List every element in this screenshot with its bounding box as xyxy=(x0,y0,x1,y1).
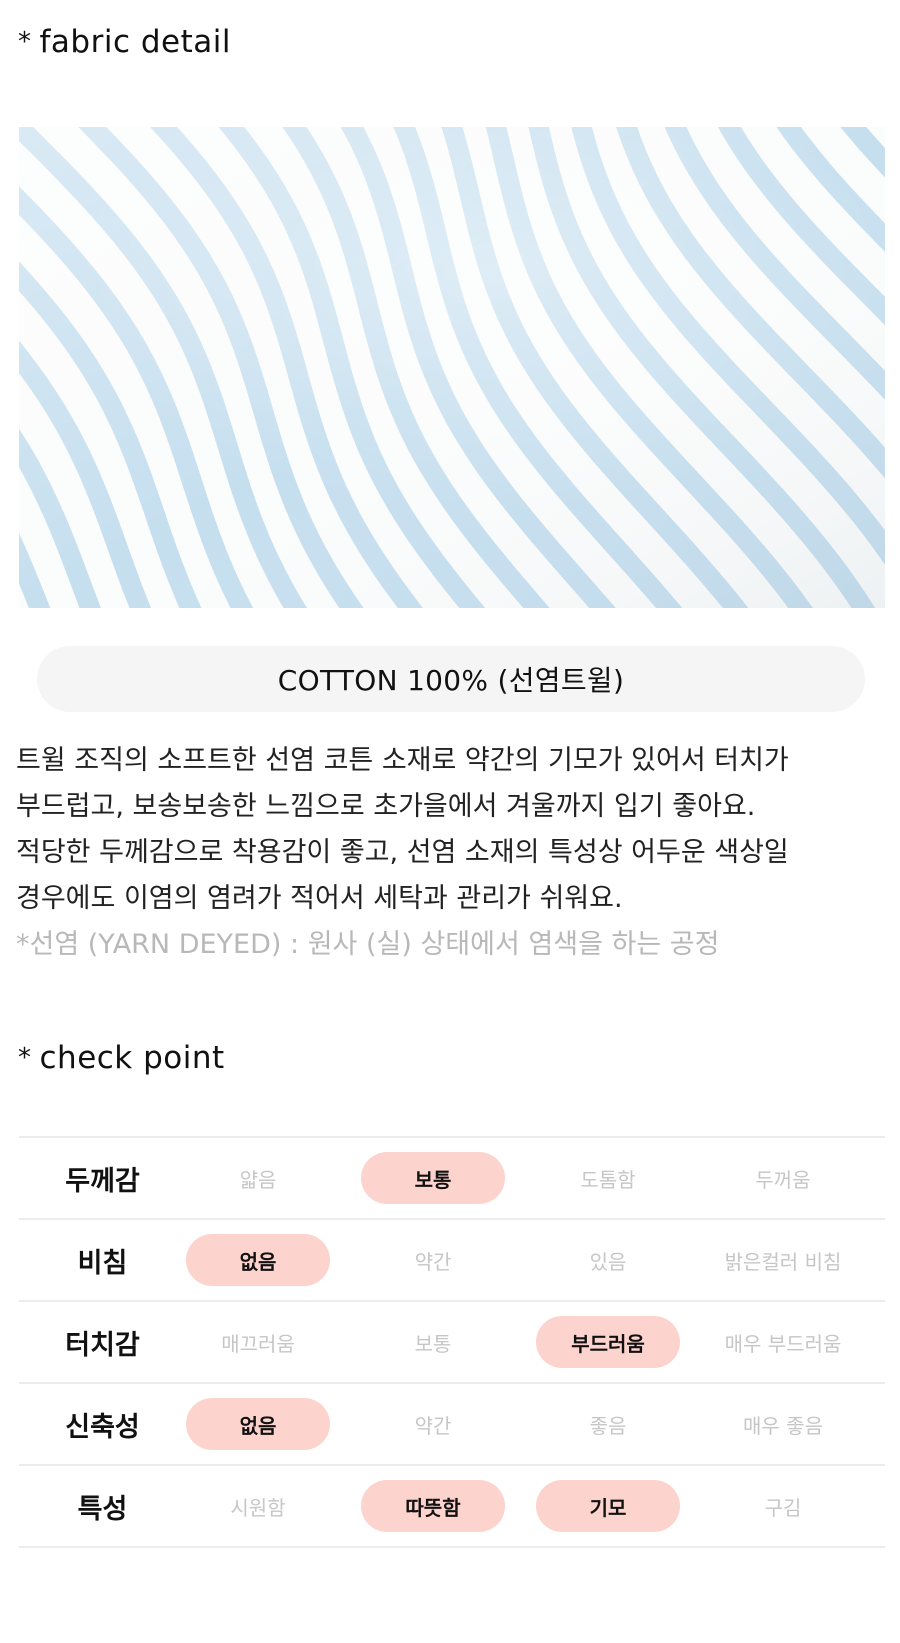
option-chip: 보통 xyxy=(414,1331,452,1356)
check-point-table: 두께감 얇음 보통 도톰함 두꺼움 비침 없음 약간 있음 밝은컬러 비침 터치… xyxy=(19,1136,885,1548)
row-label: 특성 xyxy=(77,1493,128,1525)
description-line: 경우에도 이염의 염려가 적어서 세탁과 관리가 쉬워요. xyxy=(16,883,623,914)
row-label: 신축성 xyxy=(65,1411,140,1443)
option-chip: 약간 xyxy=(414,1413,452,1438)
fabric-detail-heading: * fabric detail xyxy=(18,24,231,60)
option-chip: 보통 xyxy=(361,1152,505,1204)
option-chip: 기모 xyxy=(536,1480,680,1532)
check-row-sheerness: 비침 없음 약간 있음 밝은컬러 비침 xyxy=(19,1220,885,1302)
yarn-dyed-note: *선염 (YARN DEYED) : 원사 (실) 상태에서 염색을 하는 공정 xyxy=(16,929,720,960)
option-chip: 매우 좋음 xyxy=(743,1413,823,1438)
row-label: 터치감 xyxy=(65,1329,140,1361)
description-line: 부드럽고, 보송보송한 느낌으로 초가을에서 겨울까지 입기 좋아요. xyxy=(16,791,756,822)
check-point-heading-text: check point xyxy=(39,1040,225,1076)
row-label: 비침 xyxy=(77,1247,128,1279)
option-chip: 시원함 xyxy=(230,1495,286,1520)
fabric-detail-heading-text: fabric detail xyxy=(39,24,231,60)
option-chip: 구김 xyxy=(764,1495,802,1520)
check-row-characteristics: 특성 시원함 따뜻함 기모 구김 xyxy=(19,1466,885,1548)
option-chip: 없음 xyxy=(186,1234,330,1286)
fabric-photo xyxy=(19,127,885,608)
option-chip: 밝은컬러 비침 xyxy=(724,1249,842,1274)
option-chip: 매끄러움 xyxy=(221,1331,295,1356)
check-row-touch: 터치감 매끄러움 보통 부드러움 매우 부드러움 xyxy=(19,1302,885,1384)
fabric-description: 트윌 조직의 소프트한 선염 코튼 소재로 약간의 기모가 있어서 터치가 부드… xyxy=(16,738,886,968)
heading-asterisk: * xyxy=(18,27,32,57)
check-point-heading: * check point xyxy=(18,1040,225,1076)
material-composition: COTTON 100% (선염트윌) xyxy=(37,646,865,712)
option-chip: 좋음 xyxy=(589,1413,627,1438)
option-chip: 두꺼움 xyxy=(755,1167,811,1192)
option-chip: 따뜻함 xyxy=(361,1480,505,1532)
option-chip: 도톰함 xyxy=(580,1167,636,1192)
heading-asterisk: * xyxy=(18,1043,32,1073)
row-label: 두께감 xyxy=(65,1165,140,1197)
option-chip: 부드러움 xyxy=(536,1316,680,1368)
option-chip: 얇음 xyxy=(239,1167,277,1192)
check-row-thickness: 두께감 얇음 보통 도톰함 두꺼움 xyxy=(19,1138,885,1220)
description-line: 트윌 조직의 소프트한 선염 코튼 소재로 약간의 기모가 있어서 터치가 xyxy=(16,745,789,776)
check-row-stretch: 신축성 없음 약간 좋음 매우 좋음 xyxy=(19,1384,885,1466)
option-chip: 있음 xyxy=(589,1249,627,1274)
option-chip: 없음 xyxy=(186,1398,330,1450)
option-chip: 약간 xyxy=(414,1249,452,1274)
description-line: 적당한 두께감으로 착용감이 좋고, 선염 소재의 특성상 어두운 색상일 xyxy=(16,837,789,868)
option-chip: 매우 부드러움 xyxy=(724,1331,842,1356)
